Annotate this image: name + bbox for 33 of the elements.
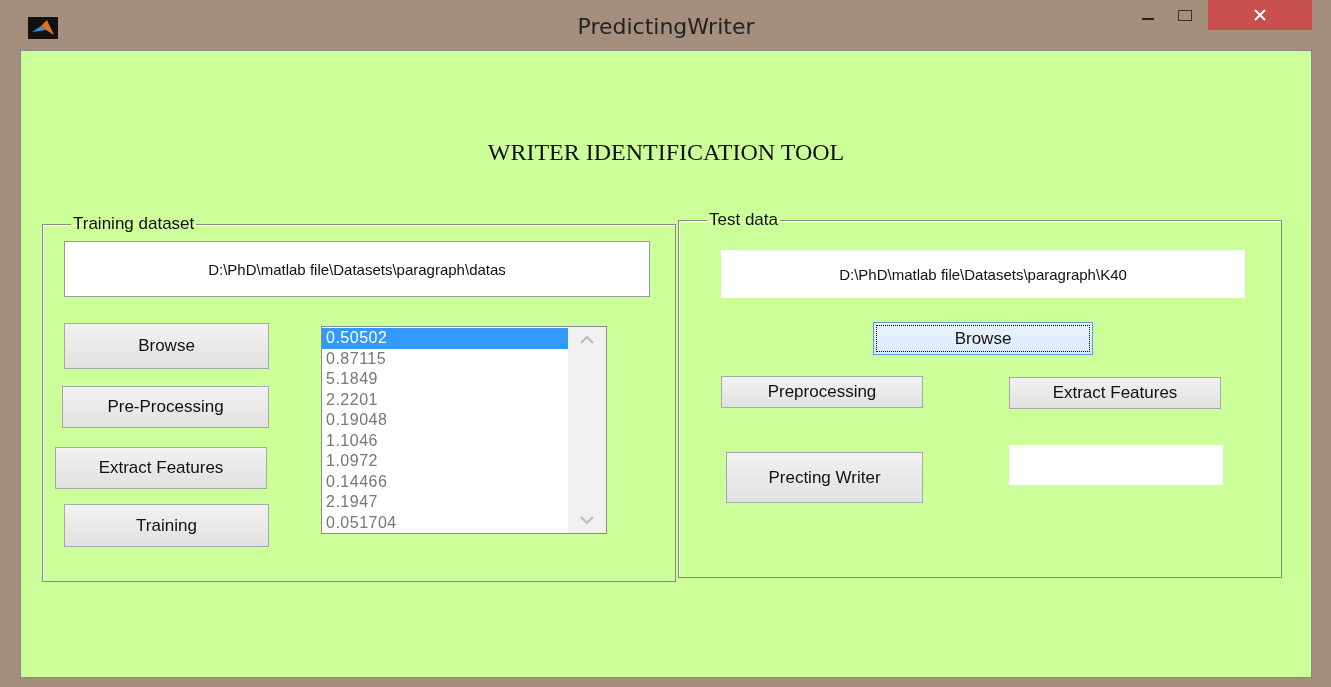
push-button[interactable]: Extract Features <box>1009 377 1221 409</box>
scroll-up-icon <box>579 335 595 345</box>
list-item[interactable]: 5.1849 <box>322 369 568 390</box>
scrollbar[interactable] <box>568 327 606 533</box>
app-heading: WRITER IDENTIFICATION TOOL <box>487 139 845 166</box>
close-icon <box>1254 9 1266 21</box>
window-title: PredictingWriter <box>577 14 755 39</box>
path-field[interactable]: D:\PhD\matlab file\Datasets\paragraph\K40 <box>721 250 1245 298</box>
list-item[interactable]: 0.87115 <box>322 348 568 369</box>
list-item[interactable]: 2.2201 <box>322 389 568 410</box>
list-item[interactable]: 0.14466 <box>322 471 568 492</box>
list-item[interactable]: 0.50502 <box>322 328 568 349</box>
values-listbox[interactable]: 0.50502 0.87115 5.1849 2.2201 0.19048 1.1046 1.0972 0.14466 2.1947 0.051704 <box>321 326 607 534</box>
list-item[interactable]: 1.1046 <box>322 430 568 451</box>
list-item[interactable]: 0.19048 <box>322 410 568 431</box>
scroll-down-icon <box>579 515 595 525</box>
panel-title: Training dataset <box>72 214 196 234</box>
list-item[interactable]: 2.1947 <box>322 492 568 513</box>
push-button[interactable]: Browse <box>64 323 269 369</box>
push-button[interactable]: Preprocessing <box>721 376 923 408</box>
minimize-icon <box>1142 18 1154 20</box>
panel-title: Test data <box>708 210 779 230</box>
list-item[interactable]: 0.051704 <box>322 512 568 533</box>
result-field[interactable] <box>1009 445 1223 485</box>
maximize-icon <box>1178 9 1192 21</box>
path-field[interactable]: D:\PhD\matlab file\Datasets\paragraph\datas <box>64 241 650 297</box>
push-button[interactable]: Training <box>64 504 269 547</box>
app-logo-icon <box>28 17 58 39</box>
push-button[interactable]: Precting Writer <box>726 452 923 503</box>
push-button[interactable]: Extract Features <box>55 447 267 489</box>
push-button[interactable]: Pre-Processing <box>62 386 269 428</box>
push-button[interactable]: Browse <box>873 322 1093 355</box>
list-item[interactable]: 1.0972 <box>322 451 568 472</box>
